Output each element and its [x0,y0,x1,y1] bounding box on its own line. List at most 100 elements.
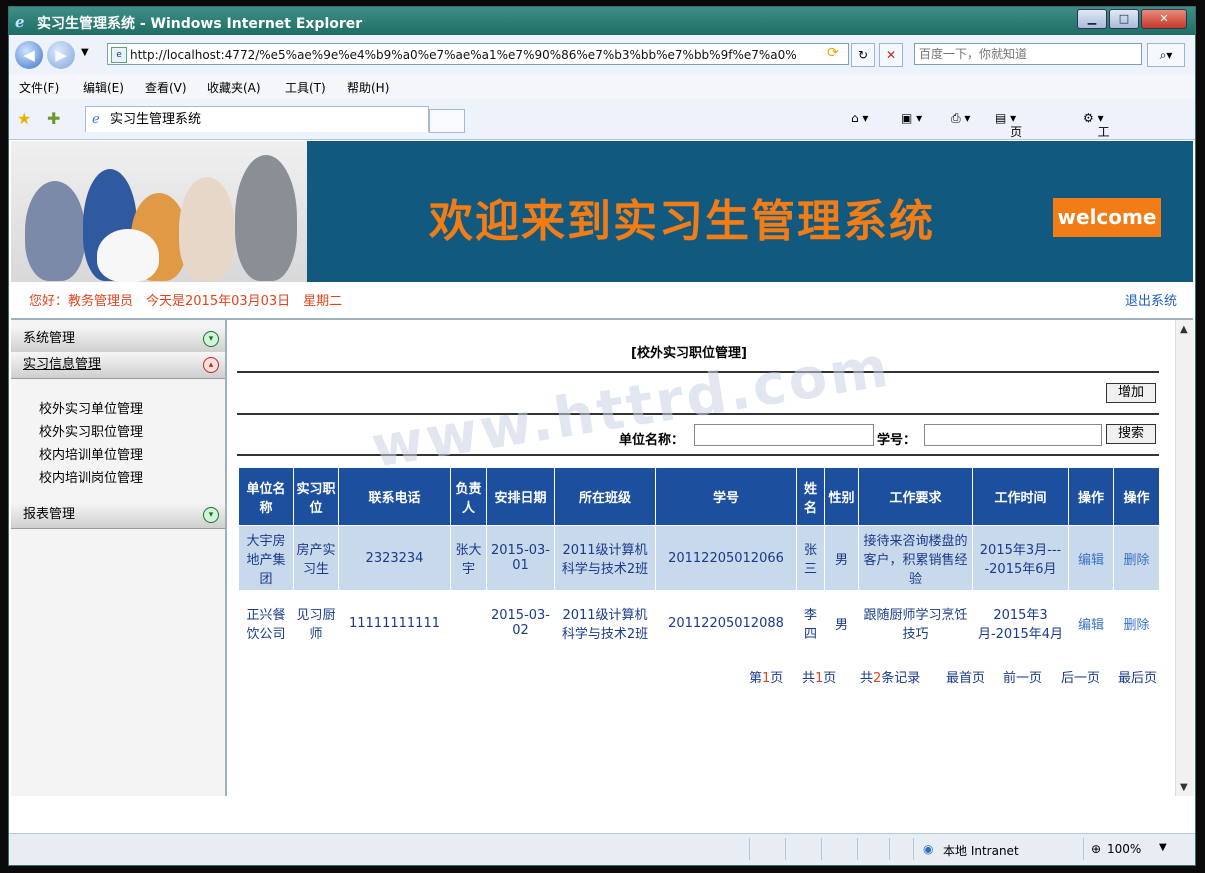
pager-text: 条记录 [881,671,921,686]
cell-class: 2011级计算机科学与技术2班 [554,590,656,656]
logout-link[interactable]: 退出系统 [1125,290,1177,309]
page-menu[interactable]: ▤ 页面(P) ▾ [995,111,1027,171]
table-row: 大宇房地产集团 房产实习生 2323234 张大宇 2015-03-01 201… [238,525,1160,591]
maximize-button[interactable]: □ [1109,9,1139,29]
back-icon[interactable]: ◀ [15,41,43,69]
address-bar: ◀ ▶ ▼ e http://localhost:4772/%e5%ae%9e%… [9,35,1195,76]
col-header: 安排日期 [486,467,555,526]
pager-last-link[interactable]: 最后页 [1118,667,1157,686]
menu-bar: 文件(F) 编辑(E) 查看(V) 收藏夹(A) 工具(T) 帮助(H) [9,75,1195,100]
zone-icon: ◉ [923,842,934,856]
sidebar-item-internal-posts[interactable]: 校内培训岗位管理 [39,467,143,486]
pager-next-link[interactable]: 后一页 [1061,667,1100,686]
cell-date: 2015-03-02 [486,590,555,656]
tools-menu[interactable]: ⚙ 工具(O) ▾ [1083,111,1116,171]
url-field[interactable]: e http://localhost:4772/%e5%ae%9e%e4%b9%… [107,43,849,65]
url-text: http://localhost:4772/%e5%ae%9e%e4%b9%a0… [130,48,797,62]
pager-total-records: 共2条记录 [860,667,920,686]
forward-icon[interactable]: ▶ [47,41,75,69]
unit-name-input[interactable] [694,424,874,446]
welcome-badge: welcome [1053,198,1161,237]
delete-link[interactable]: 删除 [1113,525,1160,591]
pager-text: 第 [749,671,763,686]
tab-active[interactable]: ℯ 实习生管理系统 [85,106,429,132]
sidebar-section-system[interactable]: 系统管理 ▾ [11,326,225,353]
title-bar: ℯ 实习生管理系统 - Windows Internet Explorer ▁ … [9,7,1195,35]
cell-position: 房产实习生 [293,525,339,591]
cell-work-time: 2015年3月----2015年6月 [972,525,1069,591]
pager-text: 页 [770,671,784,686]
add-favorite-icon[interactable]: ✚ [47,109,60,128]
greeting-text: 您好：教务管理员 今天是2015年03月03日 星期二 [29,294,343,309]
menu-help[interactable]: 帮助(H) [347,79,389,96]
pager-text: 共 [860,671,874,686]
vertical-scrollbar[interactable]: ▲ ▼ [1175,320,1194,796]
delete-link[interactable]: 删除 [1113,590,1160,656]
minimize-button[interactable]: ▁ [1077,9,1107,29]
search-button[interactable]: 搜索 [1106,424,1156,444]
cell-position: 见习厨师 [293,590,339,656]
new-tab-button[interactable] [429,109,465,133]
close-button[interactable]: ✕ [1141,9,1187,29]
edit-link[interactable]: 编辑 [1068,590,1114,656]
browser-window: ℯ 实习生管理系统 - Windows Internet Explorer ▁ … [8,6,1196,866]
col-header: 所在班级 [554,467,656,526]
home-icon[interactable]: ⌂ ▾ [851,111,868,125]
zone-text: 本地 Intranet [943,844,1019,858]
tab-label: 实习生管理系统 [110,112,202,127]
cell-gender: 男 [824,590,859,656]
pager-current-page: 第1页 [749,667,783,686]
history-dropdown-icon[interactable]: ▼ [81,47,89,58]
col-header: 联系电话 [338,467,451,526]
print-icon[interactable]: ⎙ ▾ [951,111,970,126]
zoom-dropdown-icon[interactable]: ▼ [1159,842,1167,853]
cell-manager [450,590,487,656]
menu-view[interactable]: 查看(V) [145,79,187,96]
tab-ie-icon: ℯ [92,112,100,127]
favorites-star-icon[interactable]: ★ [17,109,31,128]
cell-name: 李四 [796,590,825,656]
cell-phone: 11111111111 [338,590,451,656]
main-content: [校外实习职位管理] 增加 单位名称： 学号： 搜索 单位名称 实习职位 联系电… [227,320,1175,796]
sidebar-section-internship[interactable]: 实习信息管理 ▴ [11,352,225,379]
favorites-bar: ★ ✚ ℯ 实习生管理系统 ⌂ ▾ ▣ ▾ ⎙ ▾ ▤ 页面(P) ▾ ⚙ 工具… [9,99,1195,171]
menu-tools[interactable]: 工具(T) [285,79,326,96]
menu-file[interactable]: 文件(F) [19,79,59,96]
cell-unit: 大宇房地产集团 [238,525,294,591]
student-id-label: 学号： [877,433,917,448]
col-header: 性别 [824,467,859,526]
feeds-icon[interactable]: ▣ ▾ [901,111,922,125]
compat-icon[interactable]: ⟳ [827,45,839,61]
cell-unit: 正兴餐饮公司 [238,590,294,656]
student-id-input[interactable] [924,424,1102,446]
page-title: [校外实习职位管理] [631,346,747,361]
add-button[interactable]: 增加 [1106,383,1156,403]
pager-first-link[interactable]: 最首页 [946,667,985,686]
search-go-icon[interactable]: ⌕▾ [1147,43,1185,67]
col-header: 操作 [1113,467,1160,526]
sidebar-item-external-units[interactable]: 校外实习单位管理 [39,398,143,417]
cell-name: 张三 [796,525,825,591]
scroll-up-icon[interactable]: ▲ [1180,324,1188,335]
pager-prev-link[interactable]: 前一页 [1003,667,1042,686]
menu-favorites[interactable]: 收藏夹(A) [207,79,261,96]
col-header: 学号 [655,467,797,526]
sidebar-item-internal-units[interactable]: 校内培训单位管理 [39,444,143,463]
refresh-icon[interactable]: ↻ [851,43,875,67]
sidebar-item-external-positions[interactable]: 校外实习职位管理 [39,421,143,440]
cell-student-id: 20112205012066 [655,525,797,591]
zoom-level[interactable]: 100% [1107,842,1141,856]
pager-text: 页 [823,671,837,686]
col-header: 操作 [1068,467,1114,526]
site-banner: 欢迎来到实习生管理系统 welcome [11,141,1193,282]
search-input[interactable] [914,43,1142,65]
zoom-icon: ⊕ [1091,842,1102,856]
menu-edit[interactable]: 编辑(E) [83,79,124,96]
table-header-row: 单位名称 实习职位 联系电话 负责人 安排日期 所在班级 学号 姓名 性别 工作… [238,467,1160,526]
stop-icon[interactable]: ✕ [879,43,903,67]
banner-photo [11,141,307,282]
edit-link[interactable]: 编辑 [1068,525,1114,591]
page-icon: e [111,47,127,63]
scroll-down-icon[interactable]: ▼ [1180,782,1188,793]
sidebar-section-reports[interactable]: 报表管理 ▾ [11,502,225,529]
